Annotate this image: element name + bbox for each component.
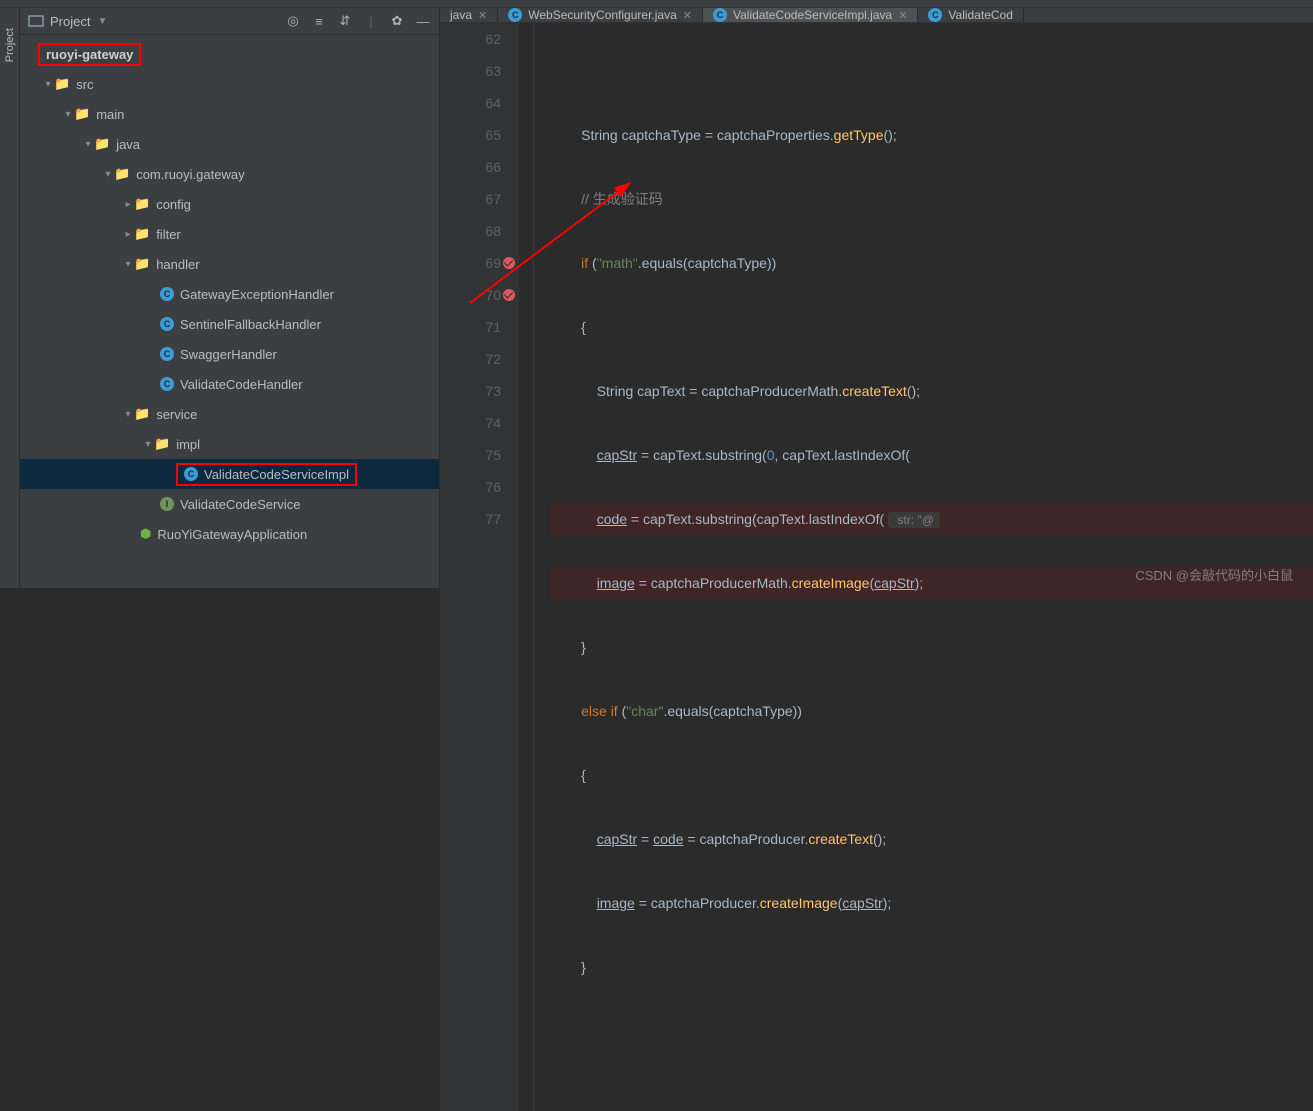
tree-class[interactable]: CSwaggerHandler — [20, 339, 439, 369]
tree-module[interactable]: ruoyi-gateway — [20, 39, 439, 69]
hide-icon[interactable]: — — [415, 13, 431, 29]
tree-spring-app[interactable]: ⬢RuoYiGatewayApplication — [20, 519, 439, 549]
divider: | — [363, 13, 379, 29]
tab-java[interactable]: java✕ — [440, 8, 498, 22]
inlay-hint: str: "@ — [888, 512, 940, 528]
tree-config[interactable]: ▸📁config — [20, 189, 439, 219]
tree-impl[interactable]: ▾📁impl — [20, 429, 439, 459]
tree-main[interactable]: ▾📁main — [20, 99, 439, 129]
tree-src[interactable]: ▾📁src — [20, 69, 439, 99]
close-icon[interactable]: ✕ — [898, 9, 907, 22]
tree-java[interactable]: ▾📁java — [20, 129, 439, 159]
project-panel-header: Project ▼ ◎ ≡ ⇵ | ✿ — — [20, 8, 439, 35]
tree-interface[interactable]: IValidateCodeService — [20, 489, 439, 519]
tree-class[interactable]: CSentinelFallbackHandler — [20, 309, 439, 339]
line-gutter: 62 63 64 65 66 67 68 69 70 71 72 73 74 7… — [440, 23, 520, 1111]
tool-window-tab[interactable]: Project — [0, 8, 20, 588]
project-icon — [28, 13, 44, 29]
breakpoint-icon[interactable] — [503, 257, 515, 269]
close-icon[interactable]: ✕ — [683, 9, 692, 22]
watermark: CSDN @会敲代码的小白鼠 — [1135, 565, 1293, 584]
tree-service[interactable]: ▾📁service — [20, 399, 439, 429]
tree-class[interactable]: CValidateCodeHandler — [20, 369, 439, 399]
tab-websecurity[interactable]: CWebSecurityConfigurer.java✕ — [498, 8, 703, 22]
editor: java✕ CWebSecurityConfigurer.java✕ CVali… — [440, 8, 1313, 588]
close-icon[interactable]: ✕ — [478, 9, 487, 22]
project-title: Project — [50, 14, 90, 29]
tree-impl-class[interactable]: CValidateCodeServiceImpl — [20, 459, 439, 489]
tree-package[interactable]: ▾📁com.ruoyi.gateway — [20, 159, 439, 189]
tree-filter[interactable]: ▸📁filter — [20, 219, 439, 249]
tab-validatecod[interactable]: CValidateCod — [918, 8, 1024, 22]
project-tree: ruoyi-gateway ▾📁src ▾📁main ▾📁java ▾📁com.… — [20, 35, 439, 553]
project-panel: Project ▼ ◎ ≡ ⇵ | ✿ — ruoyi-gateway ▾📁sr… — [20, 8, 440, 588]
tree-class[interactable]: CGatewayExceptionHandler — [20, 279, 439, 309]
editor-tabs: java✕ CWebSecurityConfigurer.java✕ CVali… — [440, 8, 1313, 23]
breadcrumb-bar — [0, 0, 1313, 8]
tab-validatecodeimpl[interactable]: CValidateCodeServiceImpl.java✕ — [703, 8, 918, 22]
chevron-down-icon[interactable]: ▼ — [96, 16, 108, 27]
breakpoint-icon[interactable] — [503, 289, 515, 301]
locate-icon[interactable]: ◎ — [285, 13, 301, 29]
gear-icon[interactable]: ✿ — [389, 13, 405, 29]
tree-handler[interactable]: ▾📁handler — [20, 249, 439, 279]
expand-all-icon[interactable]: ≡ — [311, 13, 327, 29]
collapse-all-icon[interactable]: ⇵ — [337, 13, 353, 29]
